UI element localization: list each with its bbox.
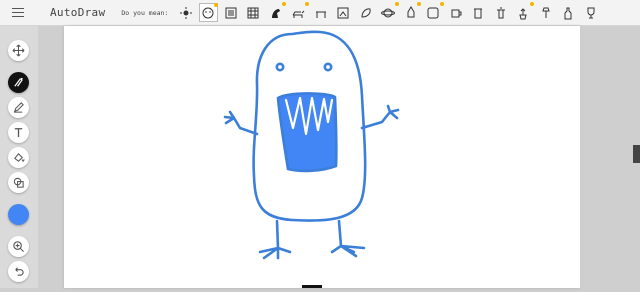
grid-icon [247,7,259,18]
monster-drawing [223,30,400,260]
undo-icon [15,267,24,276]
left-arm [223,110,259,136]
suggestion-item[interactable] [334,3,353,22]
tool-sidebar [0,26,38,288]
suggestion-item[interactable] [244,3,263,22]
app-title: AutoDraw [50,6,106,19]
autodraw-icon [14,77,23,87]
suggestion-item[interactable] [424,2,444,22]
plant-pot-icon [519,7,527,19]
suggestion-item[interactable] [491,3,510,22]
rocket-icon [407,5,415,17]
suggestion-dot [304,2,309,6]
zoom-tool-button[interactable] [8,236,29,257]
table-icon [315,11,326,18]
fill-icon [14,153,25,162]
menu-button[interactable] [5,0,31,25]
move-tool-button[interactable] [8,40,29,61]
suggestion-dot [529,2,534,6]
suggestion-dot [439,2,444,6]
right-leg [330,219,366,258]
pencil-icon [13,102,24,113]
fill-tool-button[interactable] [8,147,29,168]
suggestion-item[interactable] [469,3,488,22]
square-icon [427,7,439,18]
leaf-icon [361,7,371,18]
text-icon [14,128,23,138]
suggestion-item[interactable] [176,3,195,22]
suggestion-item[interactable] [379,2,399,22]
suggestion-item[interactable] [581,3,600,22]
suggestion-item[interactable] [289,2,309,22]
suggestion-item[interactable] [311,3,330,22]
right-eye [323,62,333,72]
top-bar: AutoDraw Do you mean: [0,0,640,26]
suggestions-label: Do you mean: [121,8,169,17]
scroll-handle[interactable] [633,145,640,163]
suggestion-item[interactable] [221,3,240,22]
trash-icon [496,7,505,18]
trophy-icon [587,7,595,18]
suggestion-dot [394,2,399,6]
frame-icon [337,7,349,18]
shape-tool-button[interactable] [8,172,29,193]
drawing-canvas[interactable] [64,26,580,288]
planet-icon [381,8,396,17]
move-icon [12,44,25,57]
undo-tool-button[interactable] [8,261,29,282]
suggestion-item[interactable] [536,3,555,22]
suggestions-row [176,0,604,25]
mug-icon [451,9,462,17]
suggestion-item[interactable] [266,2,287,22]
suggestion-dot [417,2,422,6]
suggestion-dot [282,2,287,6]
left-eye [275,62,285,72]
type-tool-button[interactable] [8,122,29,143]
suggestion-dot [213,3,218,7]
jar-icon [474,8,483,18]
right-gutter [580,26,640,288]
suggestion-item[interactable] [559,3,578,22]
face-icon [202,7,214,18]
suggestion-item[interactable] [356,3,375,22]
lamp-icon [542,7,550,18]
left-leg [258,219,292,260]
suggestion-item[interactable] [401,2,422,22]
draw-tool-button[interactable] [8,97,29,118]
color-picker-button[interactable] [8,204,29,225]
hamburger-icon [12,11,24,14]
sun-icon [179,6,192,19]
autodraw-tool-button[interactable] [8,72,29,93]
zoom-icon [13,241,24,252]
dog-icon [292,10,305,18]
bottle-icon [564,7,572,19]
shape-icon [13,177,24,188]
right-arm [360,104,400,130]
suggestion-item[interactable] [446,3,465,22]
monster-pattern-icon [225,7,237,18]
suggestion-item[interactable] [514,2,534,22]
bird-icon [271,8,280,18]
suggestion-item[interactable] [198,3,218,22]
